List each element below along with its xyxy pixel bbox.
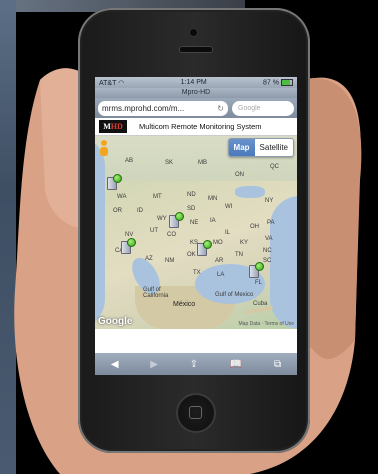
status-online-icon (203, 240, 212, 249)
map-type-map-button[interactable]: Map (228, 139, 255, 156)
bookmarks-button[interactable]: 📖 (230, 359, 242, 370)
map-ocean-atlantic (270, 196, 297, 329)
map-label: SK (165, 160, 174, 166)
phone-screen: AT&T ◠ 1:14 PM 87 % Mpro-HD mrms.mprohd.… (95, 77, 297, 375)
map-label: AZ (145, 256, 153, 262)
front-camera (189, 28, 198, 37)
reload-icon[interactable]: ↻ (217, 101, 224, 116)
wifi-icon: ◠ (118, 79, 125, 87)
battery-icon (280, 78, 293, 86)
address-bar-row: mrms.mprohd.com/m... ↻ Google (95, 98, 297, 118)
map-label: Gulf of Mexico (215, 292, 254, 298)
search-input[interactable]: Google (232, 100, 294, 116)
map-label: VA (265, 236, 273, 242)
site-header: MHD Multicom Remote Monitoring System (95, 118, 297, 136)
server-marker[interactable] (169, 212, 184, 228)
url-field[interactable]: mrms.mprohd.com/m... ↻ (98, 100, 228, 116)
share-button[interactable]: ⇪ (190, 359, 198, 370)
clock: 1:14 PM (180, 79, 207, 86)
map-label: Gulf of California (143, 287, 169, 299)
map-label: WI (225, 204, 233, 210)
map-label: KY (240, 240, 249, 246)
map-label: IA (210, 218, 216, 224)
tabs-button[interactable]: ⧉ (274, 359, 281, 370)
map-type-control: Map Satellite (227, 138, 294, 157)
map-label: NE (190, 220, 199, 226)
home-button[interactable] (176, 393, 216, 433)
google-logo: Google (98, 316, 133, 327)
map-label: OK (187, 252, 196, 258)
server-marker[interactable] (121, 238, 136, 254)
earpiece-speaker (179, 46, 213, 53)
status-online-icon (113, 174, 122, 183)
map-label: ND (187, 192, 196, 198)
map-ocean-pacific (95, 136, 105, 329)
map-label: FL (255, 280, 263, 286)
site-logo[interactable]: MHD (99, 120, 127, 133)
map-label: NM (165, 258, 175, 264)
url-text: mrms.mprohd.com/m... (102, 103, 185, 113)
map-terms-link[interactable]: Map Data · Terms of Use (239, 321, 294, 327)
forward-button[interactable]: ▶ (150, 359, 158, 370)
map-label: NY (265, 198, 274, 204)
map-label: ID (137, 208, 143, 214)
status-online-icon (255, 262, 264, 271)
map-label: PA (267, 220, 275, 226)
back-button[interactable]: ◀ (111, 359, 119, 370)
map-label: MO (213, 240, 223, 246)
map-label: MB (198, 160, 207, 166)
map-view[interactable]: AB SK MB ON QC WA MT ND MN OR ID SD WI N… (95, 136, 297, 329)
battery-indicator: 87 % (263, 78, 293, 86)
map-label: AR (215, 258, 224, 264)
status-bar: AT&T ◠ 1:14 PM 87 % (95, 77, 297, 88)
server-marker[interactable] (197, 240, 212, 256)
map-label: ON (235, 172, 244, 178)
system-name: Multicom Remote Monitoring System (139, 122, 262, 131)
map-label: OH (250, 224, 259, 230)
street-view-pegman-icon[interactable] (100, 140, 108, 156)
page-title: Mpro-HD (95, 88, 297, 98)
map-label: QC (270, 164, 279, 170)
map-label: SD (187, 206, 196, 212)
map-type-satellite-button[interactable]: Satellite (254, 139, 293, 156)
map-label: MN (208, 196, 218, 202)
map-label: WA (117, 194, 127, 200)
home-square-icon (189, 406, 202, 419)
map-label: Cuba (253, 301, 268, 307)
map-label: México (173, 301, 196, 308)
map-label: LA (217, 272, 225, 278)
server-marker[interactable] (249, 262, 264, 278)
map-label: WY (157, 216, 167, 222)
map-label: SC (263, 258, 272, 264)
map-label: TN (235, 252, 243, 258)
server-marker[interactable] (107, 174, 122, 190)
map-label: IL (225, 230, 231, 236)
map-label: CO (167, 232, 176, 238)
map-label: UT (150, 228, 158, 234)
map-label: TX (193, 270, 201, 276)
carrier-label: AT&T ◠ (99, 79, 125, 87)
status-online-icon (127, 238, 136, 247)
map-label: MT (153, 194, 162, 200)
map-label: OR (113, 208, 122, 214)
status-online-icon (175, 212, 184, 221)
map-great-lakes (235, 186, 265, 198)
browser-toolbar: ◀ ▶ ⇪ 📖 ⧉ (95, 353, 297, 375)
map-label: NC (263, 248, 272, 254)
map-label: AB (125, 158, 134, 164)
